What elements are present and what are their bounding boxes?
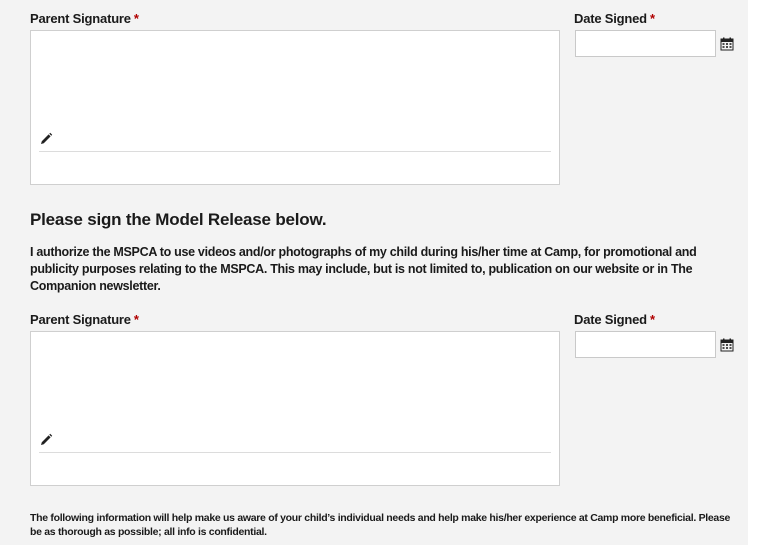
model-release-text: I authorize the MSPCA to use videos and/… xyxy=(30,245,697,293)
date-signed-label-1: Date Signed * xyxy=(574,11,655,26)
signature-baseline xyxy=(39,151,551,152)
calendar-icon[interactable] xyxy=(720,338,734,352)
date-signed-input-1[interactable] xyxy=(575,30,716,57)
required-asterisk: * xyxy=(133,11,139,26)
pencil-icon xyxy=(39,433,53,447)
signature-baseline xyxy=(39,452,551,453)
required-asterisk: * xyxy=(649,312,655,327)
form-panel: Parent Signature * Date Signed * Please si xyxy=(0,0,748,545)
parent-signature-pad-1[interactable] xyxy=(30,30,560,185)
calendar-icon[interactable] xyxy=(720,37,734,51)
model-release-heading: Please sign the Model Release below. xyxy=(30,210,327,229)
parent-signature-pad-2[interactable] xyxy=(30,331,560,486)
info-notice: The following information will help make… xyxy=(30,512,731,538)
required-asterisk: * xyxy=(649,11,655,26)
date-signed-input-2[interactable] xyxy=(575,331,716,358)
parent-signature-label-2: Parent Signature * xyxy=(30,312,139,327)
parent-signature-label-1: Parent Signature * xyxy=(30,11,139,26)
required-asterisk: * xyxy=(133,312,139,327)
pencil-icon xyxy=(39,132,53,146)
date-signed-label-2: Date Signed * xyxy=(574,312,655,327)
